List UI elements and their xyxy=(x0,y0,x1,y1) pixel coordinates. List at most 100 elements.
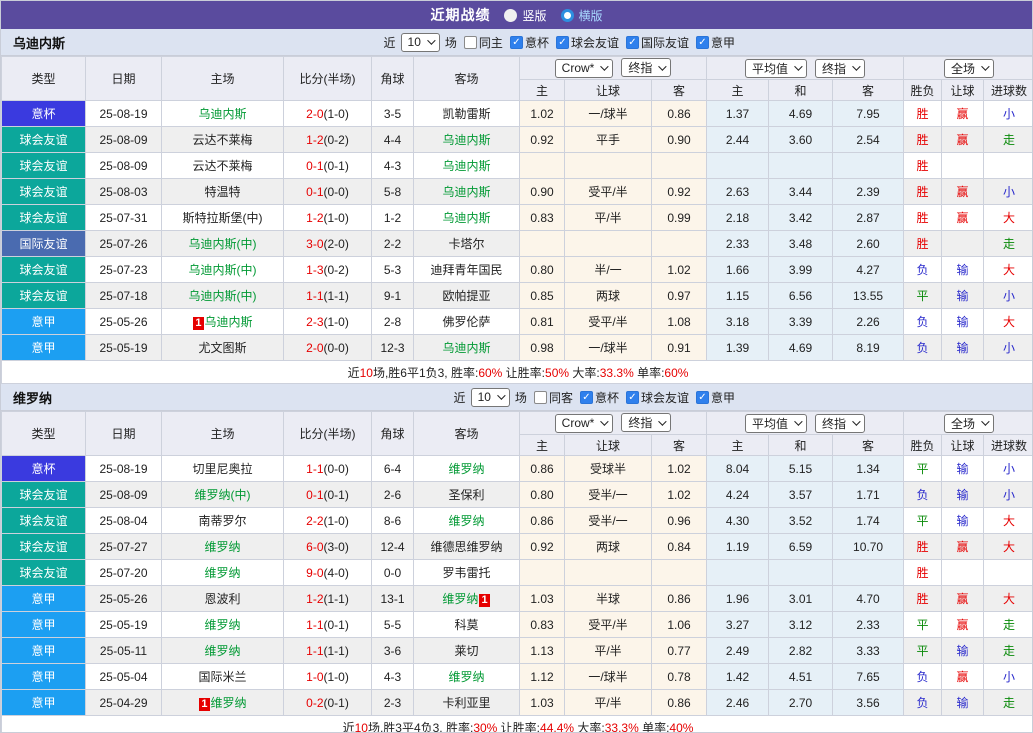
avg-type-select[interactable]: 平均值 xyxy=(745,414,807,433)
summary-segment: 10 xyxy=(355,721,368,733)
avg-home: 4.30 xyxy=(707,508,769,534)
home-team-name: 维罗纳 xyxy=(204,644,240,658)
avg-home: 2.46 xyxy=(707,690,769,716)
result-wdl: 平 xyxy=(904,638,942,664)
result-wdl: 胜 xyxy=(904,153,942,179)
scope-group-header: 全场 xyxy=(904,57,1033,80)
competition-checkbox[interactable]: ✓ xyxy=(696,391,709,404)
odds-away xyxy=(652,153,707,179)
scope-select[interactable]: 全场 xyxy=(944,59,994,78)
match-date: 25-08-09 xyxy=(86,127,162,153)
layout-radio-horizontal[interactable]: 横版 xyxy=(561,7,603,24)
full-score: 1-1 xyxy=(306,618,323,632)
away-team: 乌迪内斯 xyxy=(414,335,520,361)
competition-label: 意杯 xyxy=(595,389,619,406)
score: 2-3(1-0) xyxy=(284,309,372,335)
subheader-odds-away: 客 xyxy=(652,435,707,456)
result-wdl: 胜 xyxy=(904,560,942,586)
avg-draw: 5.15 xyxy=(769,456,833,482)
type-badge: 意杯 xyxy=(2,101,86,127)
column-header-score: 比分(半场) xyxy=(284,412,372,456)
odds-provider-select[interactable]: Crow* xyxy=(555,59,614,78)
odds-stage-select[interactable]: 终指 xyxy=(621,58,671,77)
competition-checkbox[interactable]: ✓ xyxy=(626,36,639,49)
result-handicap: 赢 xyxy=(942,101,984,127)
filter-bar: 乌迪内斯 近10场同主✓意杯✓球会友谊✓国际友谊✓意甲 xyxy=(1,29,1032,56)
chevron-down-icon xyxy=(852,62,860,70)
summary-row: 近10场,胜6平1负3, 胜率:60% 让胜率:50% 大率:33.3% 单率:… xyxy=(2,361,1033,384)
half-score: (0-1) xyxy=(324,618,349,632)
avg-away: 1.34 xyxy=(833,456,904,482)
competition-checkbox[interactable]: ✓ xyxy=(696,36,709,49)
odds-handicap xyxy=(565,231,652,257)
avg-home: 1.19 xyxy=(707,534,769,560)
full-score: 1-1 xyxy=(306,462,323,476)
result-handicap: 输 xyxy=(942,508,984,534)
competition-checkbox[interactable]: ✓ xyxy=(580,391,593,404)
odds-handicap: 受平/半 xyxy=(565,612,652,638)
half-score: (0-0) xyxy=(324,341,349,355)
summary-segment: 33.3% xyxy=(605,721,639,733)
full-score: 2-3 xyxy=(306,315,323,329)
match-count-select[interactable]: 10 xyxy=(471,388,510,407)
table-row: 意杯25-08-19切里尼奥拉1-1(0-0)6-4维罗纳0.86受球半1.02… xyxy=(2,456,1033,482)
table-row: 意甲25-04-291维罗纳0-2(0-1)2-3卡利亚里1.03平/半0.86… xyxy=(2,690,1033,716)
competition-checkbox[interactable]: ✓ xyxy=(626,391,639,404)
competition-checkbox[interactable]: ✓ xyxy=(510,36,523,49)
result-wdl: 负 xyxy=(904,309,942,335)
away-team-name: 凯勒雷斯 xyxy=(442,107,490,121)
competition-label: 意甲 xyxy=(711,34,735,51)
avg-away: 2.26 xyxy=(833,309,904,335)
odds-handicap xyxy=(565,560,652,586)
avg-type-select[interactable]: 平均值 xyxy=(745,59,807,78)
avg-draw: 3.52 xyxy=(769,508,833,534)
avg-away: 10.70 xyxy=(833,534,904,560)
table-row: 球会友谊25-07-27维罗纳6-0(3-0)12-4维德思维罗纳0.92两球0… xyxy=(2,534,1033,560)
scope-select[interactable]: 全场 xyxy=(944,414,994,433)
corner-score: 6-4 xyxy=(372,456,414,482)
subheader-avg-away: 客 xyxy=(833,80,904,101)
away-team: 卡塔尔 xyxy=(414,231,520,257)
avg-away: 3.56 xyxy=(833,690,904,716)
subheader-avg-draw: 和 xyxy=(769,435,833,456)
match-date: 25-05-04 xyxy=(86,664,162,690)
score: 1-2(0-2) xyxy=(284,127,372,153)
avg-away: 2.39 xyxy=(833,179,904,205)
score: 0-1(0-0) xyxy=(284,179,372,205)
full-score: 1-2 xyxy=(306,133,323,147)
competition-checkbox[interactable]: ✓ xyxy=(556,36,569,49)
type-badge: 球会友谊 xyxy=(2,283,86,309)
odds-away xyxy=(652,231,707,257)
chevron-down-icon xyxy=(427,36,435,44)
team-name: 乌迪内斯 xyxy=(13,33,65,52)
rank-badge: 1 xyxy=(193,317,203,330)
summary-segment: 大率: xyxy=(574,721,605,733)
competition-label: 国际友谊 xyxy=(641,34,689,51)
filter-controls: 近10场同客✓意杯✓球会友谊✓意甲 xyxy=(453,388,736,407)
app: 近期战绩 竖版 横版 乌迪内斯 近10场同主✓意杯✓球会友谊✓国际友谊✓意甲 类… xyxy=(0,0,1033,733)
half-score: (4-0) xyxy=(324,566,349,580)
away-team: 欧帕提亚 xyxy=(414,283,520,309)
odds-stage-select[interactable]: 终指 xyxy=(621,413,671,432)
match-count-select[interactable]: 10 xyxy=(401,33,440,52)
subheader-result-goals: 进球数 xyxy=(984,435,1033,456)
match-date: 25-08-04 xyxy=(86,508,162,534)
team-section-udinese: 乌迪内斯 近10场同主✓意杯✓球会友谊✓国际友谊✓意甲 类型 日期 主场 比分(… xyxy=(1,29,1032,384)
odds-handicap: 受半/一 xyxy=(565,482,652,508)
odds-provider-select[interactable]: Crow* xyxy=(555,414,614,433)
avg-stage-select[interactable]: 终指 xyxy=(815,414,865,433)
subheader-result-wdl: 胜负 xyxy=(904,435,942,456)
same-venue-checkbox[interactable] xyxy=(464,36,477,49)
away-team: 佛罗伦萨 xyxy=(414,309,520,335)
odds-away: 0.86 xyxy=(652,690,707,716)
avg-home xyxy=(707,153,769,179)
avg-home: 3.27 xyxy=(707,612,769,638)
odds-home: 1.02 xyxy=(520,101,565,127)
layout-radio-vertical[interactable]: 竖版 xyxy=(504,7,546,24)
odds-home xyxy=(520,560,565,586)
avg-stage-select[interactable]: 终指 xyxy=(815,59,865,78)
same-venue-checkbox[interactable] xyxy=(534,391,547,404)
odds-home: 0.98 xyxy=(520,335,565,361)
away-team: 乌迪内斯 xyxy=(414,205,520,231)
odds-handicap: 一/球半 xyxy=(565,101,652,127)
